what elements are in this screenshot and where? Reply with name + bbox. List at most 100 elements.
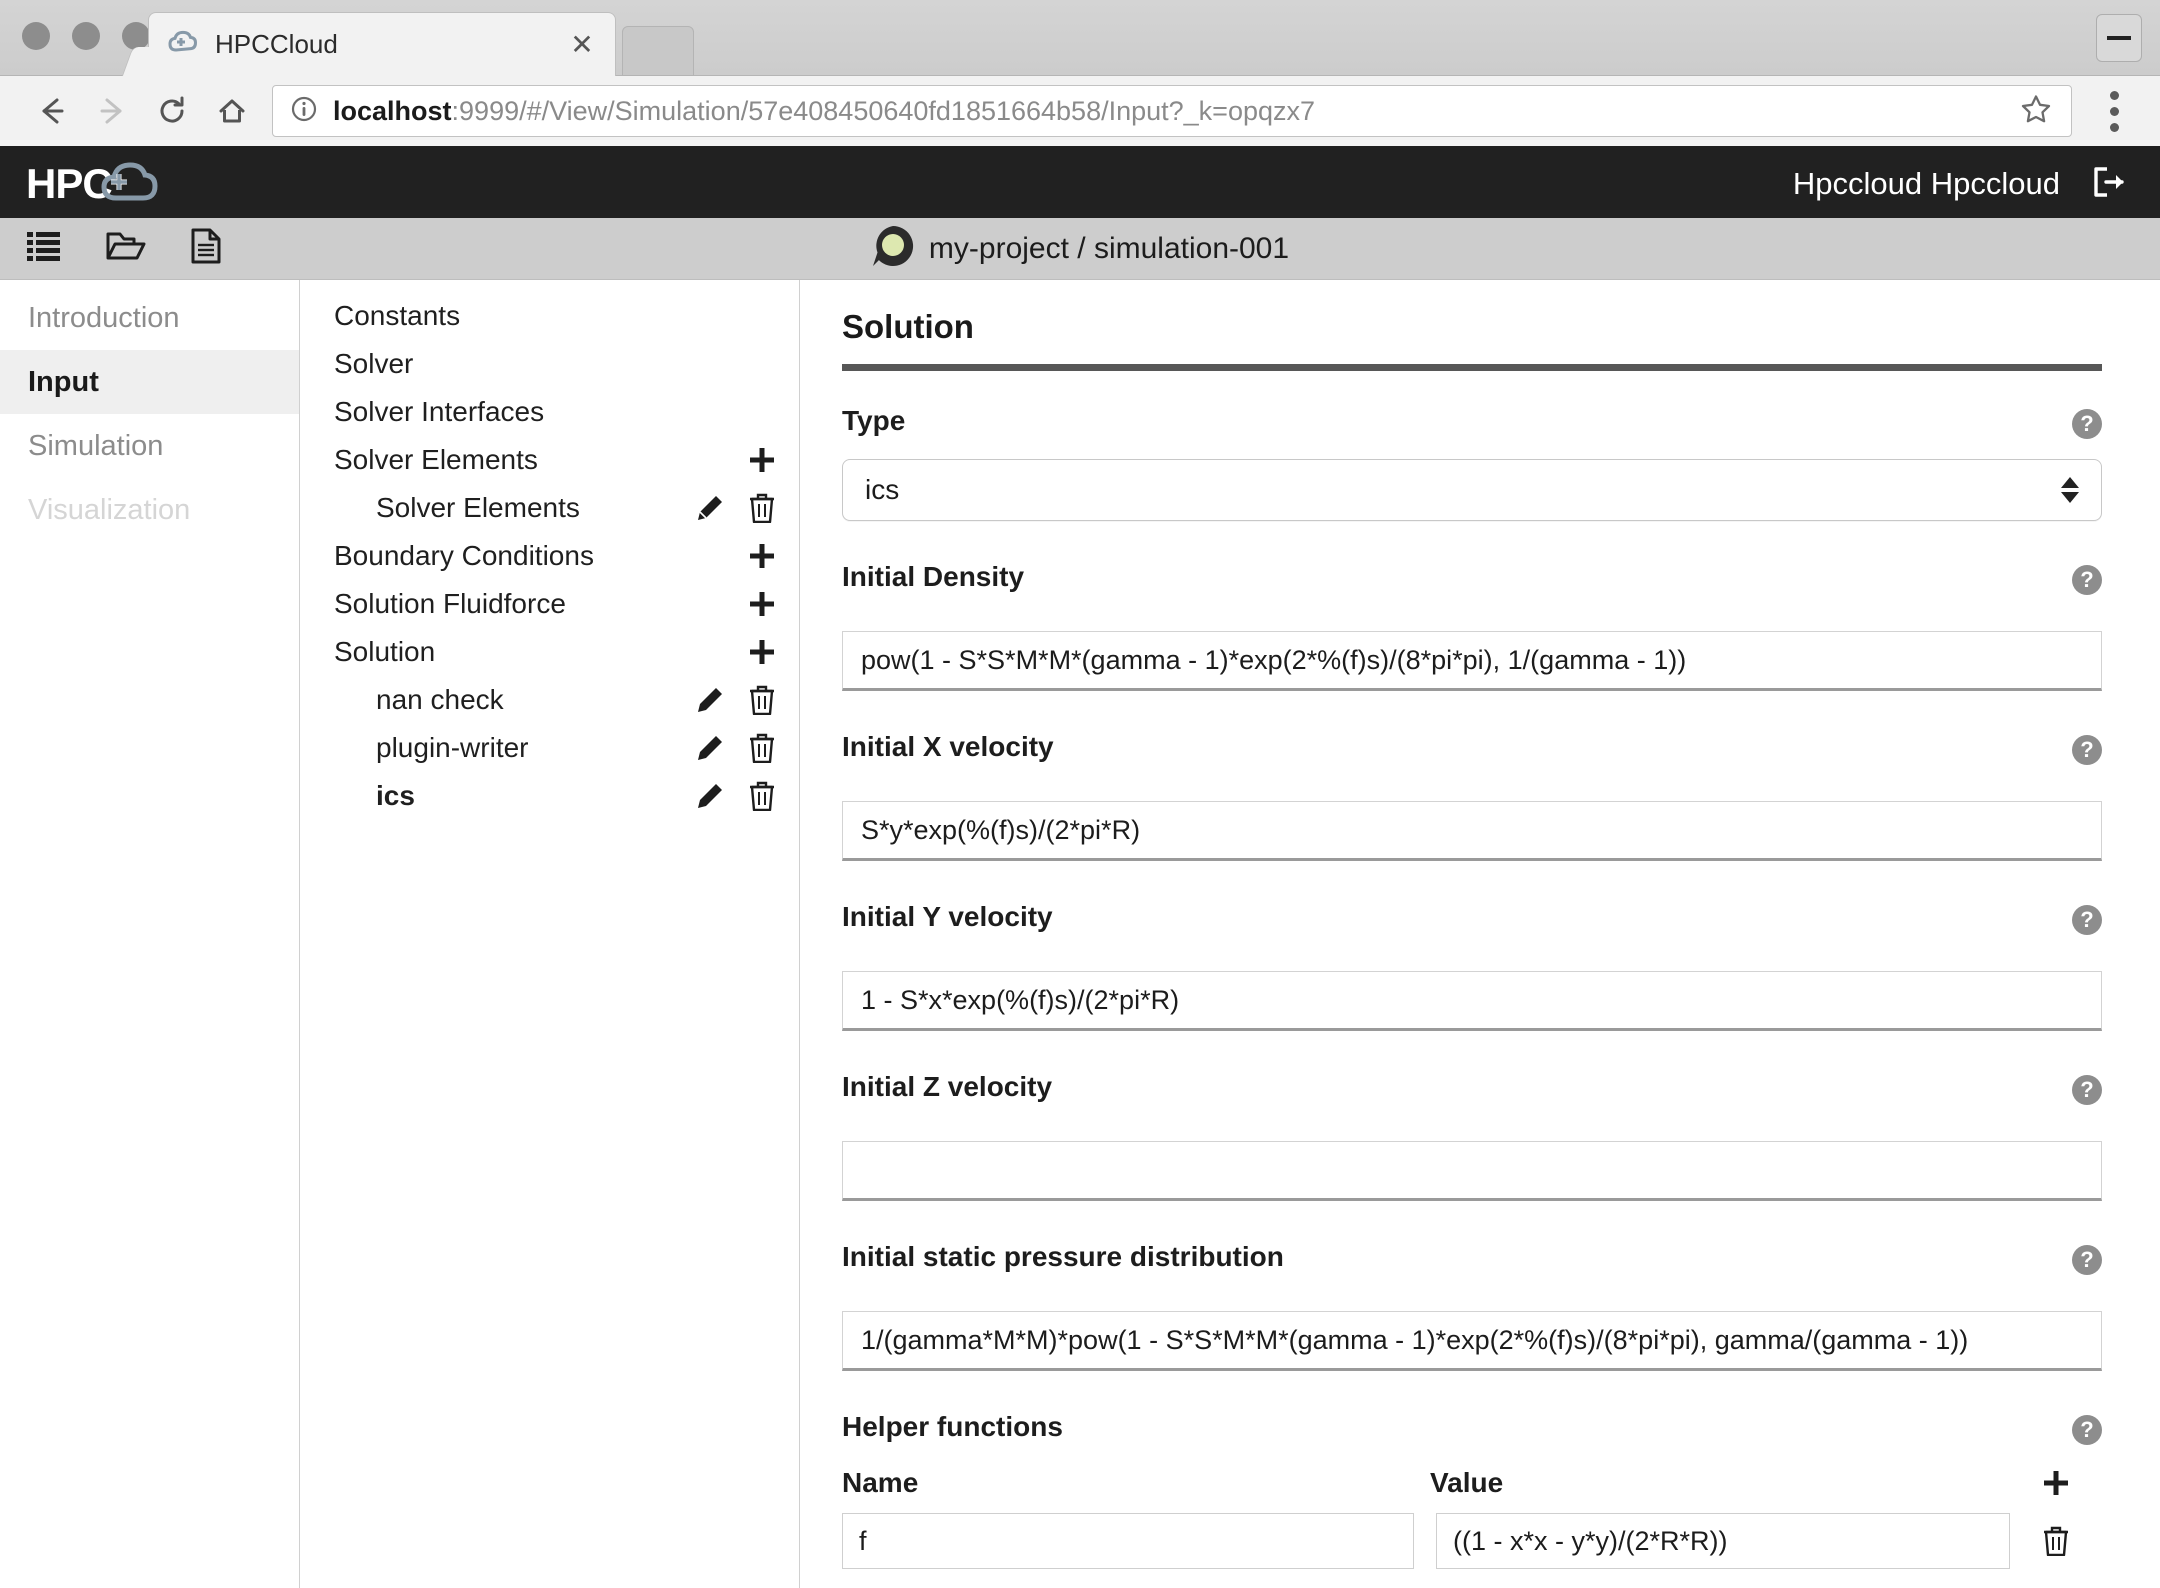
address-bar[interactable]: localhost:9999/#/View/Simulation/57e4084… bbox=[272, 85, 2072, 137]
trash-icon[interactable] bbox=[747, 493, 777, 523]
plus-icon[interactable] bbox=[747, 541, 777, 571]
tree-item-boundary-conditions[interactable]: Boundary Conditions bbox=[300, 532, 799, 580]
add-helper-function-button[interactable] bbox=[2010, 1468, 2102, 1498]
tree-item-ics[interactable]: ics bbox=[300, 772, 799, 820]
tab-title: HPCCloud bbox=[215, 29, 338, 59]
home-icon[interactable] bbox=[202, 81, 262, 141]
breadcrumb-title[interactable]: my-project / simulation-001 bbox=[929, 232, 1289, 266]
sidebar-item-simulation[interactable]: Simulation bbox=[0, 414, 299, 478]
page-title: Solution bbox=[842, 308, 974, 345]
pencil-icon[interactable] bbox=[695, 781, 725, 811]
pencil-icon[interactable] bbox=[695, 493, 725, 523]
tree-item-solver[interactable]: Solver bbox=[300, 340, 799, 388]
back-arrow-icon[interactable] bbox=[22, 81, 82, 141]
breadcrumb: my-project / simulation-001 bbox=[0, 218, 2160, 279]
browser-titlebar: HPCCloud ✕ bbox=[0, 0, 2160, 76]
browser-tab[interactable]: HPCCloud ✕ bbox=[148, 12, 616, 76]
tree-item-label: ics bbox=[376, 780, 415, 811]
helper-table-header: Name Value bbox=[842, 1467, 2102, 1499]
close-icon[interactable]: ✕ bbox=[567, 28, 597, 61]
kebab-menu-icon[interactable] bbox=[2090, 90, 2138, 132]
tree-item-label: Solver Elements bbox=[376, 492, 580, 523]
trash-icon[interactable] bbox=[747, 685, 777, 715]
document-icon[interactable] bbox=[190, 228, 222, 269]
tree-item-actions bbox=[747, 589, 777, 619]
sidebar-item-label: Visualization bbox=[28, 493, 191, 526]
tree-item-solution-fluidforce[interactable]: Solution Fluidforce bbox=[300, 580, 799, 628]
helper-value-input[interactable]: ((1 - x*x - y*y)/(2*R*R)) bbox=[1436, 1513, 2010, 1569]
list-icon[interactable] bbox=[26, 230, 62, 267]
pencil-icon[interactable] bbox=[695, 733, 725, 763]
initial-z-velocity-input[interactable] bbox=[842, 1141, 2102, 1201]
tree-item-solver-elements[interactable]: Solver Elements bbox=[300, 436, 799, 484]
sidebar-item-visualization: Visualization bbox=[0, 478, 299, 542]
help-icon[interactable]: ? bbox=[2072, 1415, 2102, 1445]
field-label: Initial Density bbox=[842, 561, 1025, 592]
tree-item-constants[interactable]: Constants bbox=[300, 292, 799, 340]
sidebar-item-introduction[interactable]: Introduction bbox=[0, 286, 299, 350]
help-icon[interactable]: ? bbox=[2072, 565, 2102, 595]
help-icon[interactable]: ? bbox=[2072, 905, 2102, 935]
browser-toolbar: localhost:9999/#/View/Simulation/57e4084… bbox=[0, 76, 2160, 150]
type-select[interactable]: ics bbox=[842, 459, 2102, 521]
tree-item-solver-interfaces[interactable]: Solver Interfaces bbox=[300, 388, 799, 436]
forward-arrow-icon[interactable] bbox=[82, 81, 142, 141]
sidebar-item-input[interactable]: Input bbox=[0, 350, 299, 414]
help-icon[interactable]: ? bbox=[2072, 1245, 2102, 1275]
tree-item-label: Constants bbox=[334, 300, 461, 331]
minimize-icon[interactable] bbox=[2096, 14, 2142, 62]
help-icon[interactable]: ? bbox=[2072, 409, 2102, 439]
field-initial-static-pressure-distribution: Initial static pressure distribution ? 1… bbox=[842, 1241, 2102, 1371]
logout-icon[interactable] bbox=[2090, 165, 2128, 204]
app-header: HPC Hpccloud Hpccloud bbox=[0, 150, 2160, 218]
input-tree: Constants Solver Solver Interfaces Solve… bbox=[300, 280, 800, 1588]
trash-icon[interactable] bbox=[747, 733, 777, 763]
table-row: f ((1 - x*x - y*y)/(2*R*R)) bbox=[842, 1513, 2102, 1569]
initial-density-input[interactable]: pow(1 - S*S*M*M*(gamma - 1)*exp(2*%(f)s)… bbox=[842, 631, 2102, 691]
field-label: Initial X velocity bbox=[842, 731, 1054, 762]
field-label: Initial Z velocity bbox=[842, 1071, 1053, 1102]
initial-static-pressure-input[interactable]: 1/(gamma*M*M)*pow(1 - S*S*M*M*(gamma - 1… bbox=[842, 1311, 2102, 1371]
tree-item-label: Solution bbox=[334, 636, 436, 667]
plus-icon[interactable] bbox=[747, 637, 777, 667]
tree-item-solution[interactable]: Solution bbox=[300, 628, 799, 676]
plus-icon[interactable] bbox=[747, 589, 777, 619]
chevron-updown-icon[interactable] bbox=[2061, 477, 2079, 503]
sidebar-item-label: Input bbox=[28, 365, 99, 398]
field-initial-y-velocity: Initial Y velocity ? 1 - S*x*exp(%(f)s)/… bbox=[842, 901, 2102, 1031]
help-icon[interactable]: ? bbox=[2072, 1075, 2102, 1105]
window-traffic-lights bbox=[22, 22, 150, 50]
tree-item-solver-elements-child[interactable]: Solver Elements bbox=[300, 484, 799, 532]
initial-x-velocity-input[interactable]: S*y*exp(%(f)s)/(2*pi*R) bbox=[842, 801, 2102, 861]
minimize-window-button[interactable] bbox=[72, 22, 100, 50]
column-header-name: Name bbox=[842, 1467, 919, 1498]
reload-icon[interactable] bbox=[142, 81, 202, 141]
pencil-icon[interactable] bbox=[695, 685, 725, 715]
new-tab-button[interactable] bbox=[622, 26, 694, 76]
maximize-window-button[interactable] bbox=[122, 22, 150, 50]
field-initial-density: Initial Density ? pow(1 - S*S*M*M*(gamma… bbox=[842, 561, 2102, 691]
helper-name-input[interactable]: f bbox=[842, 1513, 1414, 1569]
field-type: Type ? ics bbox=[842, 405, 2102, 521]
hpccloud-logo[interactable]: HPC bbox=[26, 158, 164, 211]
tree-item-plugin-writer[interactable]: plugin-writer bbox=[300, 724, 799, 772]
field-label: Initial Y velocity bbox=[842, 901, 1053, 932]
plus-icon[interactable] bbox=[747, 445, 777, 475]
field-helper-functions: Helper functions ? Name Value f ((1 - x*… bbox=[842, 1411, 2102, 1569]
open-folder-icon[interactable] bbox=[106, 230, 146, 267]
close-window-button[interactable] bbox=[22, 22, 50, 50]
tree-item-label: Boundary Conditions bbox=[334, 540, 594, 571]
delete-helper-function-button[interactable] bbox=[2010, 1526, 2102, 1556]
page-info-icon[interactable] bbox=[289, 94, 319, 129]
initial-y-velocity-input[interactable]: 1 - S*x*exp(%(f)s)/(2*pi*R) bbox=[842, 971, 2102, 1031]
help-icon[interactable]: ? bbox=[2072, 735, 2102, 765]
star-icon[interactable] bbox=[2019, 92, 2053, 131]
tree-item-label: Solver bbox=[334, 348, 414, 379]
tree-item-actions bbox=[747, 541, 777, 571]
user-name[interactable]: Hpccloud Hpccloud bbox=[1793, 166, 2060, 202]
tree-item-nan-check[interactable]: nan check bbox=[300, 676, 799, 724]
tree-item-label: nan check bbox=[376, 684, 504, 715]
trash-icon[interactable] bbox=[747, 781, 777, 811]
tree-item-actions bbox=[695, 781, 777, 811]
title-divider bbox=[842, 364, 2102, 371]
